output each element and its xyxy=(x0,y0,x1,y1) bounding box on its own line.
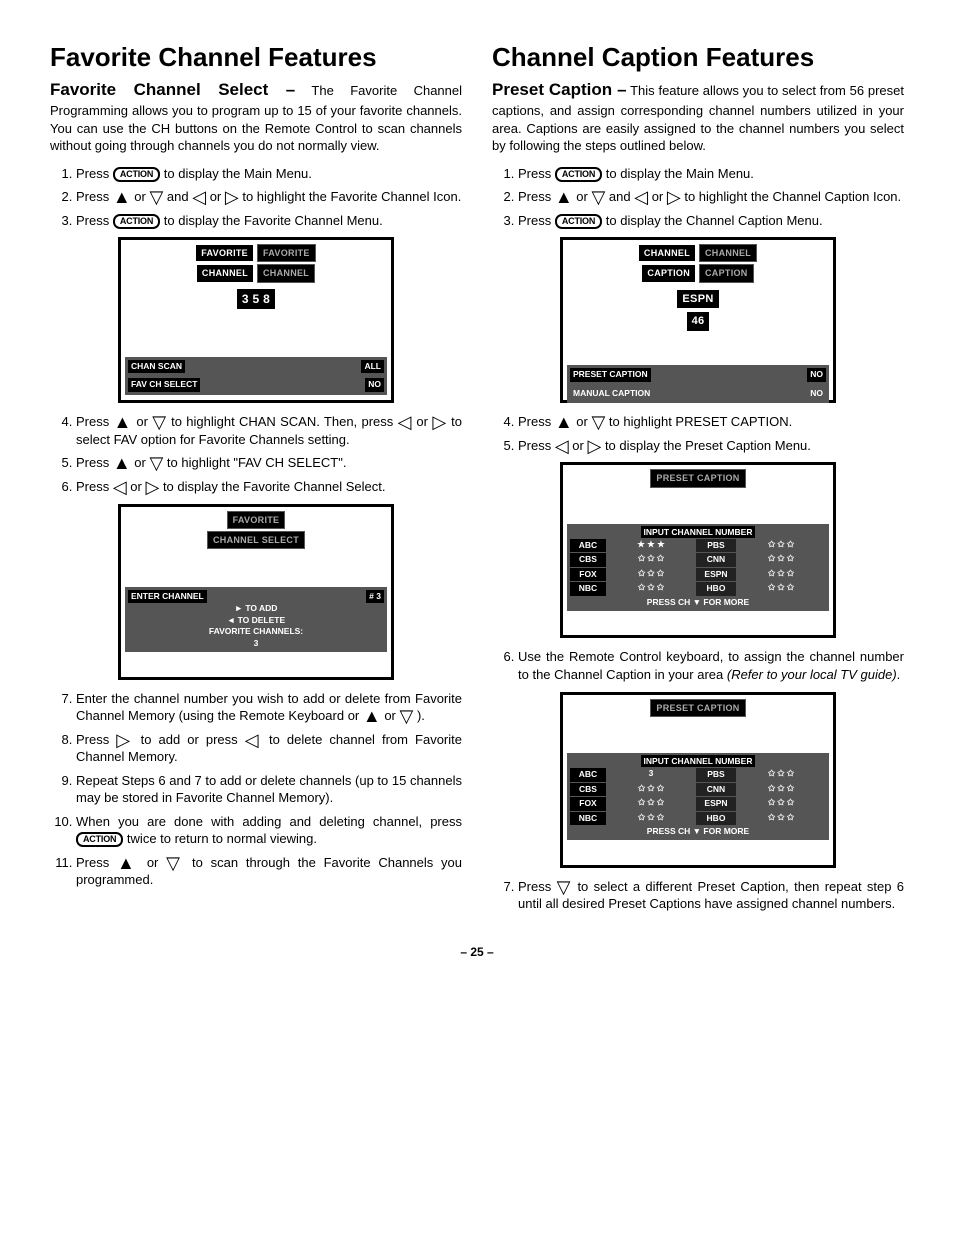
right-column: Channel Caption Features Preset Caption … xyxy=(492,40,904,919)
action-button-icon: ACTION xyxy=(555,214,602,229)
right-steps-cont2: Use the Remote Control keyboard, to assi… xyxy=(492,648,904,683)
down-arrow-icon: ▽ xyxy=(591,412,605,432)
list-item: Press ▲ or ▽ to highlight PRESET CAPTION… xyxy=(518,413,904,431)
right-steps-cont: Press ▲ or ▽ to highlight PRESET CAPTION… xyxy=(492,413,904,454)
right-steps-cont3: Press ▽ to select a different Preset Cap… xyxy=(492,878,904,913)
right-intro: Preset Caption – This feature allows you… xyxy=(492,79,904,155)
right-arrow-icon: ▷ xyxy=(225,187,239,207)
left-arrow-icon: ◁ xyxy=(113,477,127,497)
left-intro: Favorite Channel Select – The Favorite C… xyxy=(50,79,462,155)
left-steps: Press ACTION to display the Main Menu. P… xyxy=(50,165,462,230)
tv-screen-preset-caption-2: PRESET CAPTION INPUT CHANNEL NUMBER ABC3… xyxy=(560,692,836,868)
down-arrow-icon: ▽ xyxy=(149,187,163,207)
right-title: Channel Caption Features xyxy=(492,40,904,75)
up-arrow-icon: ▲ xyxy=(363,706,381,726)
tv-screen-favorite-menu: FAVORITEFAVORITE CHANNELCHANNEL 3 5 8 CH… xyxy=(118,237,394,403)
right-steps: Press ACTION to display the Main Menu. P… xyxy=(492,165,904,230)
down-arrow-icon: ▽ xyxy=(591,187,605,207)
list-item: Press ▷ to add or press ◁ to delete chan… xyxy=(76,731,462,766)
up-arrow-icon: ▲ xyxy=(117,853,139,873)
two-column-layout: Favorite Channel Features Favorite Chann… xyxy=(50,40,904,919)
list-item: Press ACTION to display the Channel Capt… xyxy=(518,212,904,230)
left-arrow-icon: ◁ xyxy=(555,436,569,456)
list-item: Press ACTION to display the Main Menu. xyxy=(76,165,462,183)
list-item: Press ◁ or ▷ to display the Preset Capti… xyxy=(518,437,904,455)
left-arrow-icon: ◁ xyxy=(634,187,648,207)
left-steps-cont: Press ▲ or ▽ to highlight CHAN SCAN. The… xyxy=(50,413,462,495)
list-item: Press ▽ to select a different Preset Cap… xyxy=(518,878,904,913)
tv-screen-favorite-select: FAVORITE CHANNEL SELECT ENTER CHANNEL# 3… xyxy=(118,504,394,680)
up-arrow-icon: ▲ xyxy=(555,187,573,207)
right-subhead: Preset Caption – xyxy=(492,80,627,99)
action-button-icon: ACTION xyxy=(113,167,160,182)
left-arrow-icon: ◁ xyxy=(192,187,206,207)
action-button-icon: ACTION xyxy=(113,214,160,229)
tv-screen-caption-menu: CHANNELCHANNEL CAPTIONCAPTION ESPN 46 PR… xyxy=(560,237,836,403)
right-arrow-icon: ▷ xyxy=(432,412,447,432)
list-item: Press ◁ or ▷ to display the Favorite Cha… xyxy=(76,478,462,496)
left-subhead: Favorite Channel Select – xyxy=(50,80,295,99)
list-item: Press ▲ or ▽ to highlight CHAN SCAN. The… xyxy=(76,413,462,448)
down-arrow-icon: ▽ xyxy=(149,453,163,473)
list-item: Enter the channel number you wish to add… xyxy=(76,690,462,725)
up-arrow-icon: ▲ xyxy=(113,187,131,207)
list-item: Press ACTION to display the Main Menu. xyxy=(518,165,904,183)
right-arrow-icon: ▷ xyxy=(667,187,681,207)
left-arrow-icon: ◁ xyxy=(398,412,413,432)
right-arrow-icon: ▷ xyxy=(116,730,133,750)
right-arrow-icon: ▷ xyxy=(587,436,601,456)
left-steps-cont2: Enter the channel number you wish to add… xyxy=(50,690,462,889)
page-number: – 25 – xyxy=(50,944,904,960)
up-arrow-icon: ▲ xyxy=(113,453,131,473)
left-arrow-icon: ◁ xyxy=(245,730,262,750)
down-arrow-icon: ▽ xyxy=(152,412,167,432)
action-button-icon: ACTION xyxy=(555,167,602,182)
tv-screen-preset-caption-1: PRESET CAPTION INPUT CHANNEL NUMBER ABC★… xyxy=(560,462,836,638)
left-title: Favorite Channel Features xyxy=(50,40,462,75)
up-arrow-icon: ▲ xyxy=(114,412,133,432)
up-arrow-icon: ▲ xyxy=(555,412,573,432)
down-arrow-icon: ▽ xyxy=(557,877,573,897)
list-item: Use the Remote Control keyboard, to assi… xyxy=(518,648,904,683)
left-column: Favorite Channel Features Favorite Chann… xyxy=(50,40,462,919)
action-button-icon: ACTION xyxy=(76,832,123,847)
down-arrow-icon: ▽ xyxy=(166,853,184,873)
down-arrow-icon: ▽ xyxy=(400,706,414,726)
list-item: Press ACTION to display the Favorite Cha… xyxy=(76,212,462,230)
list-item: Press ▲ or ▽ to scan through the Favorit… xyxy=(76,854,462,889)
list-item: Repeat Steps 6 and 7 to add or delete ch… xyxy=(76,772,462,807)
list-item: Press ▲ or ▽ and ◁ or ▷ to highlight the… xyxy=(518,188,904,206)
list-item: Press ▲ or ▽ to highlight "FAV CH SELECT… xyxy=(76,454,462,472)
list-item: When you are done with adding and deleti… xyxy=(76,813,462,848)
right-arrow-icon: ▷ xyxy=(145,477,159,497)
list-item: Press ▲ or ▽ and ◁ or ▷ to highlight the… xyxy=(76,188,462,206)
